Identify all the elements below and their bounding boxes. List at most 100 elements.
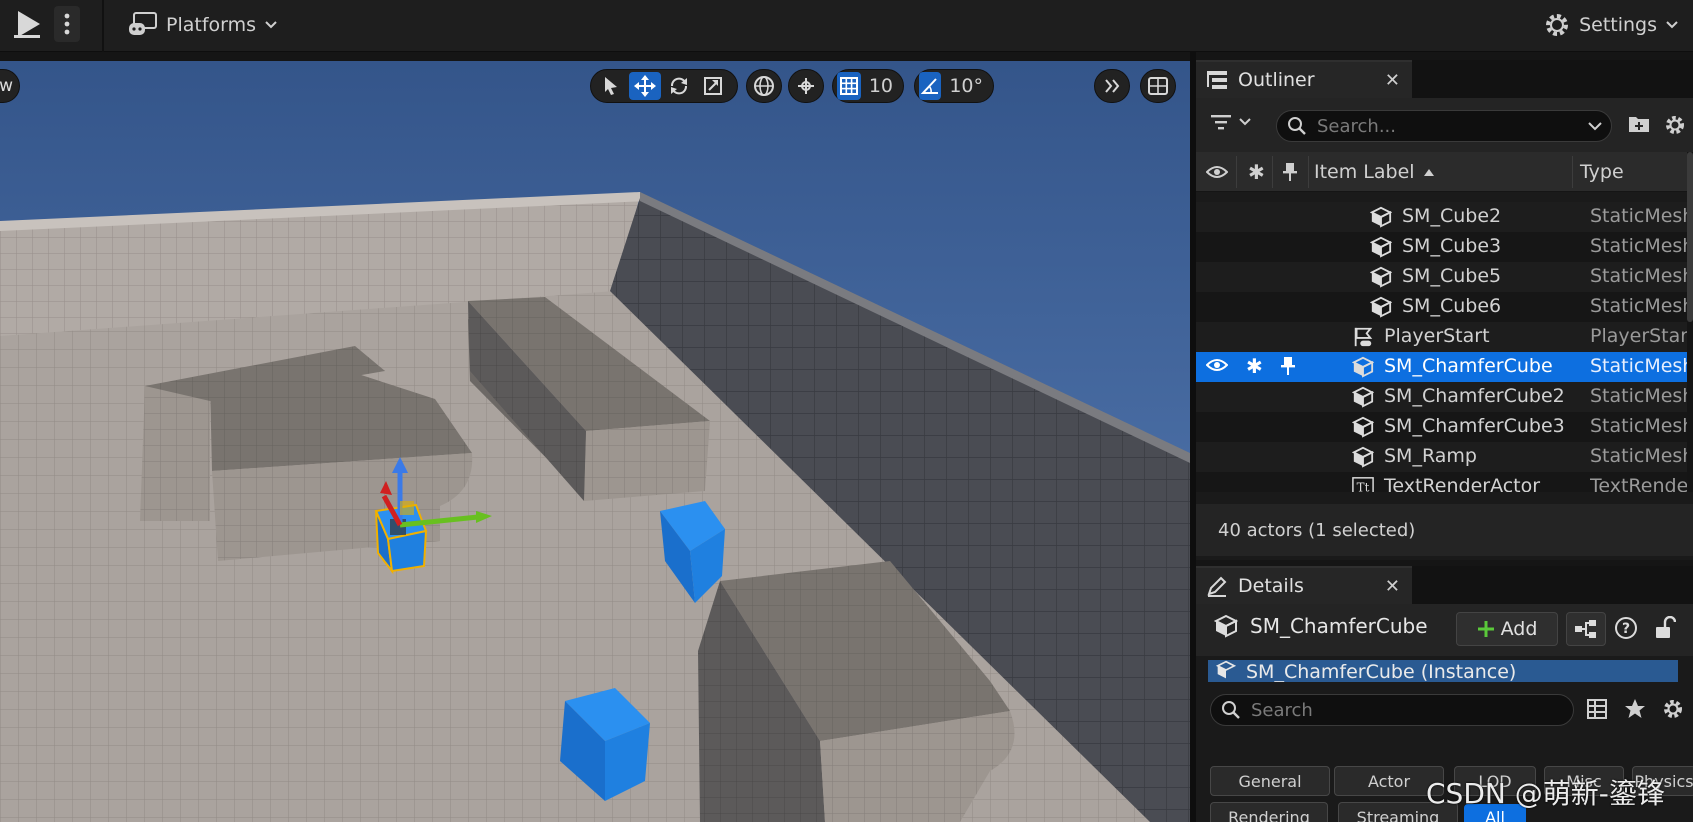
grid-snap-toggle[interactable] bbox=[837, 72, 861, 100]
grid-snap-value[interactable]: 10 bbox=[863, 75, 899, 97]
gear-icon[interactable] bbox=[1662, 698, 1684, 720]
filter-icon bbox=[1211, 115, 1231, 130]
surface-snapping-button[interactable] bbox=[788, 69, 824, 103]
tab-outliner[interactable]: Outliner ✕ bbox=[1196, 60, 1412, 98]
globe-icon bbox=[754, 76, 774, 96]
table-view-icon[interactable] bbox=[1586, 698, 1608, 720]
outliner-row[interactable]: SM_ChamferCube3 StaticMesh bbox=[1196, 412, 1693, 442]
outliner-row[interactable]: SM_Cube5 StaticMesh bbox=[1196, 262, 1693, 292]
pin-column[interactable] bbox=[1282, 152, 1298, 192]
transform-tools bbox=[590, 69, 738, 103]
outliner-toolbar bbox=[1196, 98, 1693, 152]
gear-icon[interactable] bbox=[1664, 114, 1686, 136]
blueprint-hierarchy-icon bbox=[1575, 620, 1596, 638]
star-icon[interactable] bbox=[1624, 698, 1646, 720]
details-search[interactable] bbox=[1210, 694, 1574, 726]
outliner-tabstrip: Outliner ✕ bbox=[1196, 60, 1693, 98]
instance-label: SM_ChamferCube (Instance) bbox=[1246, 661, 1517, 682]
rotate-tool-button[interactable] bbox=[663, 72, 695, 100]
outliner-row[interactable]: Tt TextRenderActor TextRender bbox=[1196, 472, 1693, 492]
cube-icon bbox=[1369, 266, 1393, 288]
outliner-row-label: TextRenderActor bbox=[1384, 475, 1541, 492]
outliner-row-type: StaticMesh bbox=[1590, 385, 1688, 407]
type-column[interactable]: Type bbox=[1580, 152, 1624, 192]
cursor-icon bbox=[605, 77, 617, 95]
outliner-column-header: ✱ Item Label Type bbox=[1196, 152, 1693, 192]
item-label-column[interactable]: Item Label bbox=[1314, 152, 1435, 192]
surface-snap-icon bbox=[798, 78, 814, 94]
type-header: Type bbox=[1580, 161, 1624, 183]
close-icon[interactable]: ✕ bbox=[1385, 576, 1400, 597]
play-button[interactable] bbox=[6, 5, 48, 43]
chevron-down-icon bbox=[265, 21, 277, 29]
rotation-snap-toggle[interactable] bbox=[919, 72, 942, 100]
outliner-search[interactable] bbox=[1276, 110, 1612, 142]
selected-actor: SM_ChamferCube bbox=[1214, 614, 1428, 638]
eye-icon[interactable] bbox=[1205, 356, 1229, 378]
outliner-row-label: SM_ChamferCube bbox=[1384, 355, 1553, 377]
cube-icon bbox=[1351, 446, 1375, 468]
category-general[interactable]: General bbox=[1210, 766, 1330, 796]
details-view-options bbox=[1586, 698, 1684, 720]
rotation-snap-value[interactable]: 10° bbox=[943, 75, 989, 97]
outliner-search-input[interactable] bbox=[1317, 115, 1577, 137]
outliner-row[interactable]: SM_Cube3 StaticMesh bbox=[1196, 232, 1693, 262]
move-tool-button[interactable] bbox=[629, 72, 661, 100]
outliner-row[interactable]: SM_ChamferCube2 StaticMesh bbox=[1196, 382, 1693, 412]
text-render-icon: Tt bbox=[1352, 476, 1374, 492]
select-tool-button[interactable] bbox=[595, 72, 627, 100]
tab-details[interactable]: Details ✕ bbox=[1196, 566, 1412, 604]
close-icon[interactable]: ✕ bbox=[1385, 70, 1400, 91]
lock-button[interactable] bbox=[1654, 615, 1677, 644]
player-start-icon bbox=[1352, 326, 1374, 348]
ramp-left-face bbox=[140, 381, 210, 521]
filter-button[interactable] bbox=[1210, 112, 1252, 132]
outliner-row-label: SM_Cube3 bbox=[1402, 235, 1502, 257]
details-tabstrip: Details ✕ bbox=[1196, 566, 1693, 604]
outliner-row[interactable]: SM_Cube6 StaticMesh bbox=[1196, 292, 1693, 322]
viewport-more-button[interactable] bbox=[1094, 69, 1130, 103]
outliner-row-label: SM_Cube2 bbox=[1402, 205, 1502, 227]
level-viewport[interactable]: w 10 10° bbox=[0, 61, 1190, 822]
outliner-row-type: TextRender bbox=[1590, 475, 1688, 492]
help-button[interactable]: ? bbox=[1614, 616, 1638, 644]
viewport-layout-button[interactable] bbox=[1140, 69, 1176, 103]
grid-snap-group: 10 bbox=[832, 69, 904, 103]
angle-icon bbox=[920, 78, 939, 94]
watermark: CSDN @萌新-鎏锋 bbox=[1426, 777, 1665, 810]
outliner-row-label: SM_Ramp bbox=[1384, 445, 1477, 467]
category-rendering[interactable]: Rendering bbox=[1210, 802, 1328, 822]
add-component-button[interactable]: Add bbox=[1456, 612, 1558, 646]
star-icon[interactable]: ✱ bbox=[1246, 354, 1263, 378]
play-options-button[interactable] bbox=[54, 6, 80, 42]
chevron-down-icon[interactable] bbox=[1587, 121, 1603, 131]
scale-tool-button[interactable] bbox=[697, 72, 729, 100]
cube-icon bbox=[1216, 660, 1236, 679]
rotation-snap-group: 10° bbox=[914, 69, 994, 103]
pin-icon[interactable] bbox=[1280, 356, 1296, 381]
settings-menu[interactable]: Settings bbox=[1543, 8, 1679, 42]
outliner-tree[interactable]: SM_Cube2 StaticMesh SM_Cube3 StaticMesh SM_C… bbox=[1196, 192, 1693, 492]
outliner-scrollbar[interactable] bbox=[1687, 152, 1693, 492]
pencil-icon bbox=[1207, 576, 1227, 597]
outliner-row[interactable]: PlayerStart PlayerStart bbox=[1196, 322, 1693, 352]
outliner-row[interactable]: SM_Cube2 StaticMesh bbox=[1196, 202, 1693, 232]
outliner-row[interactable]: SM_Ramp StaticMesh bbox=[1196, 442, 1693, 472]
world-local-toggle[interactable] bbox=[746, 69, 782, 103]
star-column-icon[interactable]: ✱ bbox=[1248, 152, 1265, 192]
item-label-header: Item Label bbox=[1314, 161, 1415, 183]
visibility-column[interactable] bbox=[1206, 152, 1228, 192]
details-search-input[interactable] bbox=[1251, 699, 1551, 721]
outliner-row-type: StaticMesh bbox=[1590, 205, 1688, 227]
scene-render[interactable] bbox=[0, 61, 1190, 822]
add-folder-icon[interactable] bbox=[1628, 114, 1650, 134]
platforms-menu[interactable]: Platforms bbox=[128, 8, 278, 42]
outliner-row[interactable]: ✱ SM_ChamferCube StaticMesh bbox=[1196, 352, 1693, 382]
rotate-icon bbox=[671, 77, 687, 95]
platforms-label: Platforms bbox=[166, 14, 257, 36]
component-instance-row[interactable]: SM_ChamferCube (Instance) bbox=[1208, 660, 1678, 682]
layout-grid-icon bbox=[1148, 77, 1168, 95]
blueprint-button[interactable] bbox=[1566, 612, 1606, 646]
outliner-panel: Outliner ✕ ✱ Item Label bbox=[1196, 60, 1693, 560]
outliner-scrollbar-thumb[interactable] bbox=[1687, 152, 1693, 322]
